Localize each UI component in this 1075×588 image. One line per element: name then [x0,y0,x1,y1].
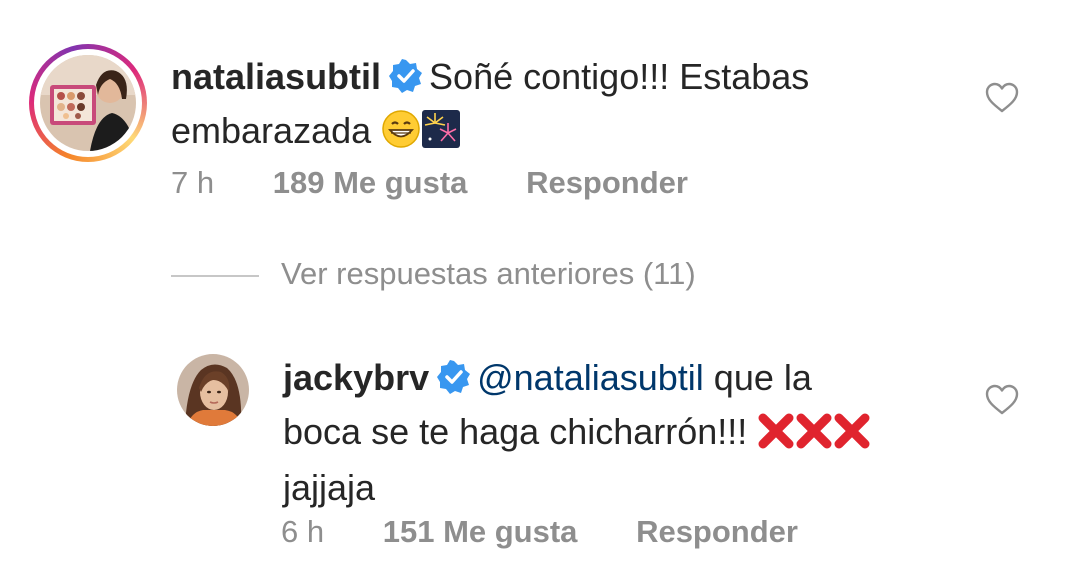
cross-mark-emoji [795,412,833,463]
heart-icon[interactable] [985,82,1019,119]
comment-text-line3: jajjaja [283,467,376,508]
fireworks-emoji [421,109,461,162]
mention-link[interactable]: @nataliasubtil [477,357,704,398]
comment-time: 6 h [281,514,325,549]
comment-text-line2: embarazada [171,110,372,151]
comment-username[interactable]: nataliasubtil [171,56,381,97]
avatar[interactable] [40,55,136,151]
avatar[interactable] [177,354,249,426]
comment-username[interactable]: jackybrv [283,357,429,398]
grinning-face-emoji [381,109,421,162]
reply-button[interactable]: Responder [526,165,688,201]
reply-button[interactable]: Responder [636,514,798,550]
comment-text-line2: boca se te haga chicharrón!!! [283,411,748,452]
view-previous-replies-label: Ver respuestas anteriores (11) [281,256,696,291]
verified-badge-icon [389,56,423,106]
story-ring[interactable] [29,44,147,162]
cross-mark-emoji [833,412,871,463]
view-previous-replies-button[interactable]: Ver respuestas anteriores (11) [171,256,696,292]
likes-count[interactable]: 151 Me gusta [383,514,578,550]
divider-line [171,274,259,277]
comment-text-line1: que la [713,357,812,398]
comment-text-line1: Soñé contigo!!! Estabas [429,56,810,97]
heart-icon[interactable] [985,384,1019,421]
likes-count[interactable]: 189 Me gusta [273,165,468,201]
cross-mark-emoji [757,412,795,463]
verified-badge-icon [437,357,471,407]
comment-time: 7 h [171,165,215,200]
